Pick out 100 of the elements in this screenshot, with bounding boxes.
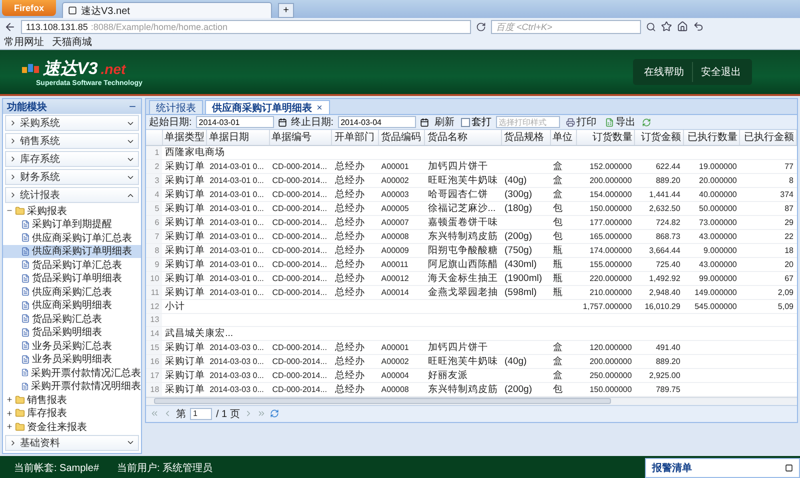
- row-number: 1: [146, 145, 162, 159]
- table-cell: 采购订单: [162, 257, 207, 271]
- calendar-icon[interactable]: [420, 118, 429, 126]
- tree-item[interactable]: 采购开票付款情况汇总表: [3, 366, 141, 380]
- column-header[interactable]: 订货金额: [634, 130, 684, 145]
- search-icon[interactable]: [646, 22, 656, 32]
- print-style-field[interactable]: 选择打印样式: [496, 116, 560, 128]
- document-icon: [21, 246, 30, 256]
- tree-item[interactable]: 货品采购明细表: [3, 326, 141, 339]
- bookmark-link[interactable]: 常用网址: [4, 35, 44, 49]
- reload-icon[interactable]: [270, 409, 279, 418]
- export-button[interactable]: 导出: [602, 115, 638, 129]
- row-number: 7: [146, 229, 162, 243]
- table-cell: 采购订单: [162, 201, 207, 215]
- tree-item[interactable]: 供应商采购汇总表: [3, 285, 141, 298]
- table-cell: CD-000-2014...: [269, 340, 332, 354]
- table-cell: 包: [550, 215, 576, 229]
- reload-icon[interactable]: [476, 22, 486, 32]
- table-cell: 总经办: [332, 382, 378, 396]
- column-header[interactable]: 货品编码: [378, 130, 425, 145]
- table-cell: 2014-03-03 0...: [206, 340, 270, 354]
- table-cell: 77: [740, 159, 796, 173]
- tree-item[interactable]: 供应商采购订单汇总表: [3, 231, 141, 244]
- column-header[interactable]: 单据类型: [162, 130, 207, 145]
- module-item[interactable]: 统计报表: [5, 187, 139, 203]
- table-cell: (40g): [502, 173, 550, 187]
- table-cell: 加钙四片饼干: [424, 159, 502, 173]
- column-header[interactable]: 订货数量: [576, 130, 635, 145]
- back-icon[interactable]: [4, 20, 16, 32]
- tree-folder[interactable]: 资金往来报表: [3, 420, 141, 434]
- column-header[interactable]: 货品名称: [424, 130, 502, 145]
- table-cell: 210.000000: [576, 285, 635, 299]
- table-cell: 金燕戈翠园老抽: [424, 285, 502, 299]
- tree-folder[interactable]: 销售报表: [3, 393, 141, 406]
- table-cell: 盒: [550, 187, 576, 201]
- undo-icon[interactable]: [693, 21, 704, 32]
- panel-tab[interactable]: 统计报表: [149, 100, 203, 114]
- star-icon[interactable]: [661, 21, 672, 32]
- print-button[interactable]: 打印: [564, 115, 599, 129]
- module-item[interactable]: 基础资料: [5, 434, 139, 450]
- tree-item[interactable]: 业务员采购明细表: [3, 352, 141, 366]
- column-header[interactable]: 货品规格: [502, 130, 550, 145]
- table-cell: 采购订单: [162, 215, 207, 229]
- table-cell: 152.000000: [576, 159, 635, 173]
- window-icon[interactable]: [785, 464, 793, 472]
- page-field[interactable]: 1: [190, 408, 212, 420]
- table-cell: 好丽友派: [424, 368, 502, 382]
- column-header[interactable]: 单据编号: [269, 130, 332, 145]
- table-cell: 154.000000: [576, 187, 635, 201]
- panel-tab[interactable]: 供应商采购订单明细表: [205, 100, 330, 114]
- table-cell: 总经办: [332, 159, 378, 173]
- table-cell: 2014-03-01 0...: [206, 173, 270, 187]
- table-cell: 8: [740, 173, 796, 187]
- column-header[interactable]: 单位: [550, 130, 576, 145]
- header-button[interactable]: 安全退出: [692, 62, 749, 82]
- tree-item[interactable]: 货品采购订单汇总表: [3, 258, 141, 272]
- overprint-checkbox[interactable]: 套打: [460, 115, 492, 129]
- address-bar[interactable]: 113.108.131.85 :8088/Example/home/home.action: [21, 20, 471, 34]
- browser-tab[interactable]: 速达V3.net: [62, 2, 272, 18]
- table-cell: 1,492.92: [634, 271, 684, 285]
- table-cell: 包: [550, 382, 576, 396]
- start-date-field[interactable]: 2014-03-01: [196, 116, 274, 128]
- tree-item[interactable]: 供应商采购明细表: [3, 298, 141, 312]
- refresh-button[interactable]: 刷新: [432, 115, 457, 129]
- column-header[interactable]: 已执行数量: [683, 130, 740, 145]
- row-number: 9: [146, 257, 162, 271]
- column-header[interactable]: 开单部门: [332, 130, 378, 145]
- tree-item[interactable]: 采购开票付款情况明细表: [3, 380, 141, 393]
- header-button[interactable]: 在线帮助: [636, 62, 692, 82]
- tree-item[interactable]: 业务员采购汇总表: [3, 339, 141, 352]
- tree-item[interactable]: 货品采购汇总表: [3, 312, 141, 326]
- column-header[interactable]: 已执行金额: [740, 130, 796, 145]
- bookmark-link[interactable]: 天猫商城: [52, 35, 92, 49]
- tree-folder[interactable]: 库存报表: [3, 406, 141, 420]
- module-item[interactable]: 销售系统: [5, 133, 139, 149]
- table-cell: 868.73: [634, 229, 684, 243]
- end-date-field[interactable]: 2014-03-04: [338, 116, 416, 128]
- table-cell: CD-000-2014...: [269, 368, 332, 382]
- home-icon[interactable]: [677, 21, 688, 32]
- table-cell: (40g): [502, 354, 550, 368]
- module-item[interactable]: 采购系统: [5, 115, 139, 131]
- row-number: 16: [146, 354, 162, 368]
- table-cell: 9.000000: [683, 243, 740, 257]
- module-item[interactable]: 财务系统: [5, 169, 139, 185]
- table-cell: 总经办: [332, 354, 378, 368]
- module-item[interactable]: 库存系统: [5, 151, 139, 167]
- tree-item[interactable]: 供应商采购订单明细表: [3, 244, 141, 258]
- tree-folder[interactable]: 采购报表: [3, 204, 141, 218]
- logo-text: 速达V3: [43, 58, 98, 80]
- calendar-icon[interactable]: [278, 118, 287, 126]
- table-cell: A00008: [378, 382, 425, 396]
- tree-item[interactable]: 货品采购订单明细表: [3, 272, 141, 285]
- table-cell: 总经办: [332, 201, 378, 215]
- alert-title: 报警清单: [652, 462, 692, 475]
- row-number: 17: [146, 368, 162, 382]
- tree-item[interactable]: 采购订单到期提醒: [3, 218, 141, 231]
- search-field[interactable]: 百度 <Ctrl+K>: [491, 20, 641, 34]
- document-icon: [21, 287, 30, 296]
- new-tab-button[interactable]: +: [278, 3, 294, 18]
- column-header[interactable]: 单据日期: [206, 130, 270, 145]
